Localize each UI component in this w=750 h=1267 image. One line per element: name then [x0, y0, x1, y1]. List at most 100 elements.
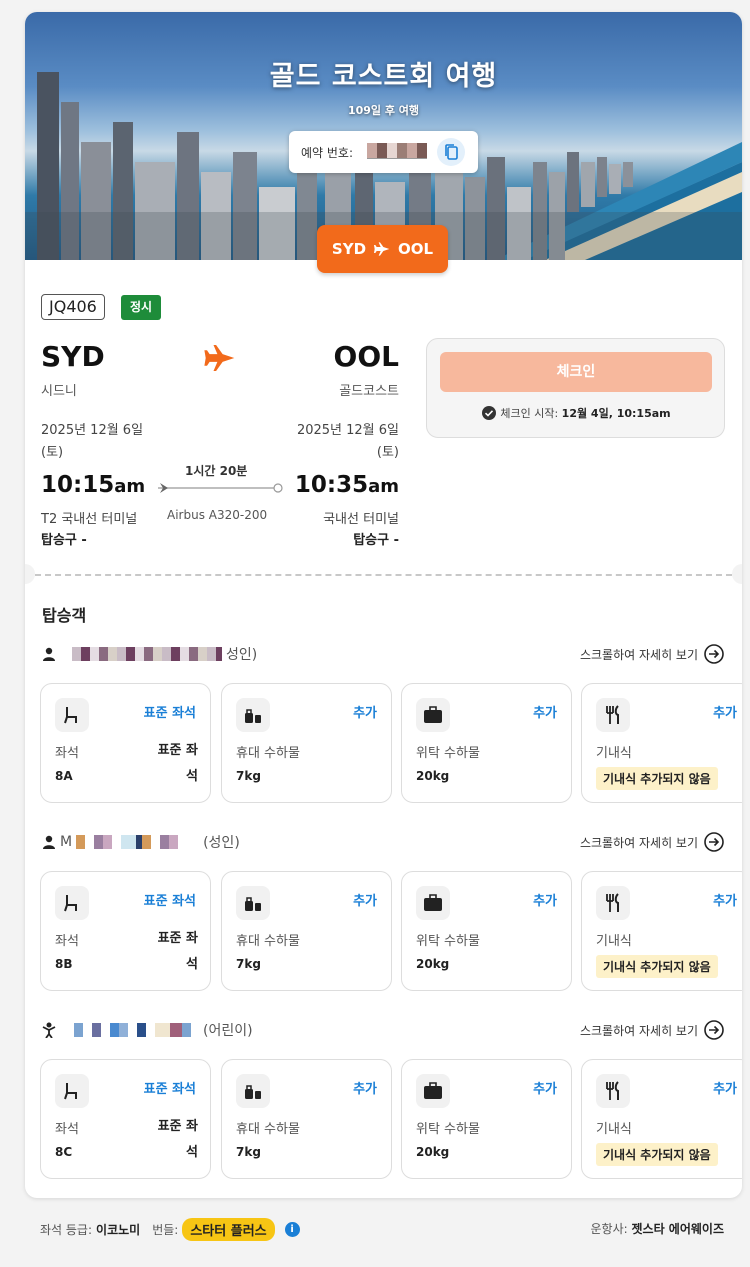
carry-on-bag-icon	[236, 698, 270, 732]
carry-on-card[interactable]: 추가 휴대 수하물 7kg	[221, 1059, 392, 1179]
carry-on-card[interactable]: 추가 휴대 수하물 7kg	[221, 871, 392, 991]
route-pill: SYD OOL	[317, 225, 448, 273]
checked-bag-weight: 20kg	[416, 957, 450, 971]
checkin-button[interactable]: 체크인	[440, 352, 712, 392]
scroll-hint[interactable]: 스크롤하여 자세히 보기	[580, 1020, 724, 1040]
fare-details: 좌석 등급: 이코노미 번들: 스타터 플러스 i	[40, 1218, 300, 1241]
depart-terminal: T2 국내선 터미널	[41, 512, 138, 527]
passenger-name: (어린이)	[42, 1020, 253, 1040]
add-meal-link[interactable]: 추가	[713, 702, 737, 721]
flight-number: JQ406	[41, 294, 105, 320]
passenger-type: (어린이)	[203, 1023, 253, 1039]
seat-card[interactable]: 표준 좌석 좌석 8A 표준 좌석	[40, 683, 211, 803]
checked-bag-label: 위탁 수하물	[416, 746, 480, 761]
seat-card[interactable]: 표준 좌석 좌석 8C 표준 좌석	[40, 1059, 211, 1179]
seat-card[interactable]: 표준 좌석 좌석 8B 표준 좌석	[40, 871, 211, 991]
carry-on-bag-icon	[236, 886, 270, 920]
copy-icon	[445, 144, 458, 160]
ticket-divider	[25, 574, 742, 576]
arrive-gate: 탑승구 -	[353, 533, 399, 548]
checked-bag-label: 위탁 수하물	[416, 1122, 480, 1137]
seat-number: 8A	[55, 769, 73, 783]
flight-path-line	[158, 483, 283, 493]
person-icon	[43, 835, 55, 849]
arrive-time-value: 10:35	[294, 472, 369, 498]
checkin-panel: 체크인 체크인 시작: 12월 4일, 10:15am	[426, 338, 725, 438]
add-checked-bag-link[interactable]: 추가	[533, 702, 557, 721]
carry-on-label: 휴대 수하물	[236, 934, 300, 949]
checked-bag-card[interactable]: 추가 위탁 수하물 20kg	[401, 683, 572, 803]
checked-bag-label: 위탁 수하물	[416, 934, 480, 949]
seat-type-link[interactable]: 표준 좌석	[144, 702, 196, 721]
depart-gate: 탑승구 -	[41, 533, 87, 548]
depart-date-text: 2025년 12월 6일	[41, 423, 144, 438]
route-pill-to: OOL	[398, 240, 434, 258]
add-meal-link[interactable]: 추가	[713, 1078, 737, 1097]
scroll-hint[interactable]: 스크롤하여 자세히 보기	[580, 644, 724, 664]
arrive-terminal: 국내선 터미널	[323, 512, 399, 527]
suitcase-icon	[416, 886, 450, 920]
checked-bag-card[interactable]: 추가 위탁 수하물 20kg	[401, 1059, 572, 1179]
info-icon[interactable]: i	[284, 1222, 300, 1237]
checkin-note-value: 12월 4일, 10:15am	[561, 407, 671, 420]
copy-booking-button[interactable]	[437, 138, 465, 166]
add-meal-link[interactable]: 추가	[713, 890, 737, 909]
meal-card[interactable]: 추가 기내식 기내식 추가되지 않음	[581, 871, 742, 991]
destination-code: OOL	[333, 340, 399, 373]
aircraft-type: Airbus A320-200	[167, 508, 268, 522]
add-checked-bag-link[interactable]: 추가	[533, 1078, 557, 1097]
add-checked-bag-link[interactable]: 추가	[533, 890, 557, 909]
depart-time: 10:15am	[41, 472, 145, 498]
meal-card[interactable]: 추가 기내식 기내식 추가되지 않음	[581, 1059, 742, 1179]
origin-city: 시드니	[41, 384, 77, 399]
seat-type-line1: 표준 좌	[157, 1119, 198, 1134]
passenger-type: (성인)	[203, 835, 240, 851]
seat-type-line1: 표준 좌	[157, 931, 198, 946]
seat-type-line2: 석	[186, 769, 198, 784]
depart-time-value: 10:15	[41, 472, 115, 498]
arrive-time-ampm: am	[368, 476, 399, 497]
operator-value: 젯스타 에어웨이즈	[631, 1222, 725, 1236]
meal-label: 기내식	[596, 934, 632, 949]
add-carry-on-link[interactable]: 추가	[353, 890, 377, 909]
depart-date: 2025년 12월 6일 (토)	[41, 420, 161, 464]
seat-type-link[interactable]: 표준 좌석	[144, 1078, 196, 1097]
checked-bag-weight: 20kg	[416, 1145, 450, 1159]
booking-reference-label: 예약 번호:	[301, 146, 354, 160]
depart-time-ampm: am	[114, 476, 146, 497]
seat-label: 좌석	[55, 746, 79, 761]
operator-label: 운항사:	[590, 1222, 628, 1236]
suitcase-icon	[416, 1074, 450, 1108]
suitcase-icon	[416, 698, 450, 732]
seat-type-line2: 석	[186, 1145, 198, 1160]
passenger-name: 성인)	[42, 644, 257, 664]
origin-code: SYD	[41, 340, 105, 373]
meal-label: 기내식	[596, 1122, 632, 1137]
checked-bag-card[interactable]: 추가 위탁 수하물 20kg	[401, 871, 572, 991]
scroll-hint[interactable]: 스크롤하여 자세히 보기	[580, 832, 724, 852]
arrive-day: (토)	[376, 445, 399, 460]
add-carry-on-link[interactable]: 추가	[353, 702, 377, 721]
route-pill-from: SYD	[331, 240, 367, 258]
seat-type-value: 표준 좌석	[138, 1114, 198, 1166]
scroll-hint-label: 스크롤하여 자세히 보기	[579, 1023, 698, 1038]
scroll-hint-label: 스크롤하여 자세히 보기	[579, 647, 698, 662]
seat-type-link[interactable]: 표준 좌석	[144, 890, 196, 909]
plane-icon	[374, 242, 390, 256]
meal-status-badge: 기내식 추가되지 않음	[596, 955, 718, 978]
booking-reference-redacted	[367, 143, 427, 159]
depart-day: (토)	[41, 445, 64, 460]
add-carry-on-link[interactable]: 추가	[353, 1078, 377, 1097]
seat-number: 8C	[55, 1145, 73, 1159]
meal-card[interactable]: 추가 기내식 기내식 추가되지 않음	[581, 683, 742, 803]
meal-status-badge: 기내식 추가되지 않음	[596, 1143, 718, 1166]
carry-on-card[interactable]: 추가 휴대 수하물 7kg	[221, 683, 392, 803]
operator-info: 운항사: 젯스타 에어웨이즈	[591, 1220, 725, 1237]
fare-label: 번들:	[152, 1223, 179, 1237]
fork-knife-icon	[596, 698, 630, 732]
passenger-name-redacted	[76, 835, 182, 849]
fork-knife-icon	[596, 1074, 630, 1108]
seat-type-value: 표준 좌석	[138, 738, 198, 790]
status-badge: 정시	[121, 295, 162, 320]
seat-label: 좌석	[55, 1122, 79, 1137]
